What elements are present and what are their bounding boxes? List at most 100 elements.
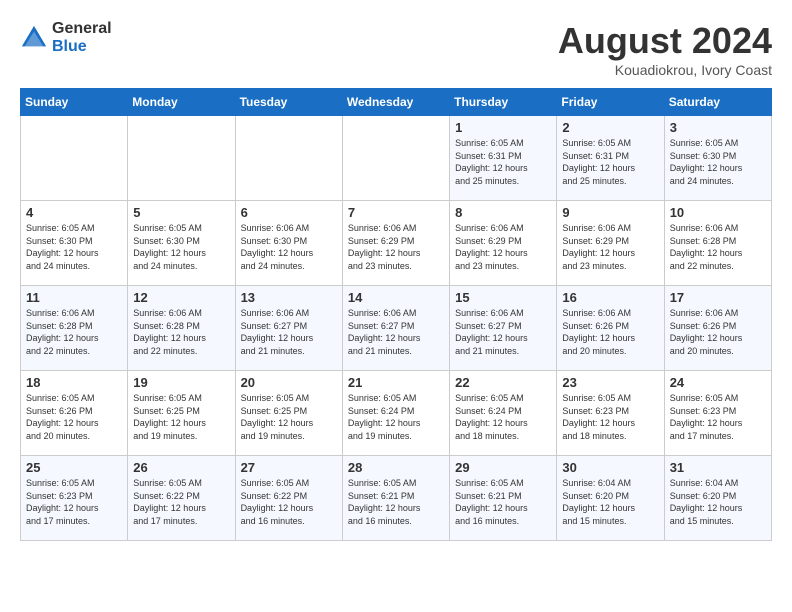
calendar-cell xyxy=(21,116,128,201)
day-info: Sunrise: 6:05 AM Sunset: 6:31 PM Dayligh… xyxy=(562,137,658,187)
weekday-header-sunday: Sunday xyxy=(21,89,128,116)
weekday-header-thursday: Thursday xyxy=(450,89,557,116)
day-number: 9 xyxy=(562,205,658,220)
day-info: Sunrise: 6:05 AM Sunset: 6:23 PM Dayligh… xyxy=(26,477,122,527)
calendar-table: SundayMondayTuesdayWednesdayThursdayFrid… xyxy=(20,88,772,541)
day-info: Sunrise: 6:06 AM Sunset: 6:27 PM Dayligh… xyxy=(241,307,337,357)
day-number: 14 xyxy=(348,290,444,305)
day-number: 20 xyxy=(241,375,337,390)
calendar-cell: 24 Sunrise: 6:05 AM Sunset: 6:23 PM Dayli… xyxy=(664,371,771,456)
weekday-header-saturday: Saturday xyxy=(664,89,771,116)
day-info: Sunrise: 6:05 AM Sunset: 6:30 PM Dayligh… xyxy=(133,222,229,272)
calendar-cell: 12 Sunrise: 6:06 AM Sunset: 6:28 PM Dayli… xyxy=(128,286,235,371)
day-info: Sunrise: 6:06 AM Sunset: 6:29 PM Dayligh… xyxy=(455,222,551,272)
day-info: Sunrise: 6:06 AM Sunset: 6:26 PM Dayligh… xyxy=(670,307,766,357)
day-info: Sunrise: 6:06 AM Sunset: 6:29 PM Dayligh… xyxy=(562,222,658,272)
day-info: Sunrise: 6:05 AM Sunset: 6:24 PM Dayligh… xyxy=(348,392,444,442)
page-header: General Blue August 2024 Kouadiokrou, Iv… xyxy=(20,20,772,78)
calendar-cell: 8 Sunrise: 6:06 AM Sunset: 6:29 PM Daylig… xyxy=(450,201,557,286)
calendar-cell: 30 Sunrise: 6:04 AM Sunset: 6:20 PM Dayli… xyxy=(557,456,664,541)
day-number: 7 xyxy=(348,205,444,220)
weekday-header-tuesday: Tuesday xyxy=(235,89,342,116)
logo-general-text: General xyxy=(52,20,112,38)
calendar-cell xyxy=(342,116,449,201)
calendar-cell: 27 Sunrise: 6:05 AM Sunset: 6:22 PM Dayli… xyxy=(235,456,342,541)
day-info: Sunrise: 6:05 AM Sunset: 6:25 PM Dayligh… xyxy=(133,392,229,442)
day-number: 3 xyxy=(670,120,766,135)
day-info: Sunrise: 6:06 AM Sunset: 6:28 PM Dayligh… xyxy=(670,222,766,272)
calendar-cell xyxy=(128,116,235,201)
day-number: 28 xyxy=(348,460,444,475)
calendar-cell: 15Sunrise: 6:06 AM Sunset: 6:27 PM Dayli… xyxy=(450,286,557,371)
calendar-cell: 22Sunrise: 6:05 AM Sunset: 6:24 PM Dayli… xyxy=(450,371,557,456)
logo-blue-text: Blue xyxy=(52,38,112,56)
calendar-cell: 9 Sunrise: 6:06 AM Sunset: 6:29 PM Daylig… xyxy=(557,201,664,286)
day-number: 13 xyxy=(241,290,337,305)
calendar-cell: 29Sunrise: 6:05 AM Sunset: 6:21 PM Dayli… xyxy=(450,456,557,541)
day-info: Sunrise: 6:05 AM Sunset: 6:21 PM Dayligh… xyxy=(348,477,444,527)
day-number: 23 xyxy=(562,375,658,390)
day-number: 1 xyxy=(455,120,551,135)
day-number: 21 xyxy=(348,375,444,390)
day-info: Sunrise: 6:05 AM Sunset: 6:25 PM Dayligh… xyxy=(241,392,337,442)
day-info: Sunrise: 6:06 AM Sunset: 6:28 PM Dayligh… xyxy=(26,307,122,357)
calendar-cell: 2Sunrise: 6:05 AM Sunset: 6:31 PM Daylig… xyxy=(557,116,664,201)
calendar-week-1: 1 Sunrise: 6:05 AM Sunset: 6:31 PM Daylig… xyxy=(21,116,772,201)
calendar-cell: 28 Sunrise: 6:05 AM Sunset: 6:21 PM Dayli… xyxy=(342,456,449,541)
day-info: Sunrise: 6:04 AM Sunset: 6:20 PM Dayligh… xyxy=(670,477,766,527)
calendar-week-2: 4Sunrise: 6:05 AM Sunset: 6:30 PM Daylig… xyxy=(21,201,772,286)
logo-text: General Blue xyxy=(52,20,112,55)
calendar-cell: 20 Sunrise: 6:05 AM Sunset: 6:25 PM Dayli… xyxy=(235,371,342,456)
day-info: Sunrise: 6:05 AM Sunset: 6:30 PM Dayligh… xyxy=(26,222,122,272)
day-info: Sunrise: 6:05 AM Sunset: 6:22 PM Dayligh… xyxy=(241,477,337,527)
day-number: 30 xyxy=(562,460,658,475)
day-info: Sunrise: 6:06 AM Sunset: 6:27 PM Dayligh… xyxy=(455,307,551,357)
location-subtitle: Kouadiokrou, Ivory Coast xyxy=(558,62,772,78)
day-info: Sunrise: 6:05 AM Sunset: 6:22 PM Dayligh… xyxy=(133,477,229,527)
calendar-cell xyxy=(235,116,342,201)
day-number: 26 xyxy=(133,460,229,475)
calendar-cell: 14 Sunrise: 6:06 AM Sunset: 6:27 PM Dayli… xyxy=(342,286,449,371)
calendar-cell: 5Sunrise: 6:05 AM Sunset: 6:30 PM Daylig… xyxy=(128,201,235,286)
calendar-cell: 11 Sunrise: 6:06 AM Sunset: 6:28 PM Dayli… xyxy=(21,286,128,371)
day-info: Sunrise: 6:05 AM Sunset: 6:23 PM Dayligh… xyxy=(562,392,658,442)
weekday-header-row: SundayMondayTuesdayWednesdayThursdayFrid… xyxy=(21,89,772,116)
month-title: August 2024 xyxy=(558,20,772,62)
calendar-cell: 21 Sunrise: 6:05 AM Sunset: 6:24 PM Dayli… xyxy=(342,371,449,456)
day-number: 19 xyxy=(133,375,229,390)
day-info: Sunrise: 6:06 AM Sunset: 6:27 PM Dayligh… xyxy=(348,307,444,357)
day-info: Sunrise: 6:05 AM Sunset: 6:21 PM Dayligh… xyxy=(455,477,551,527)
calendar-cell: 31Sunrise: 6:04 AM Sunset: 6:20 PM Dayli… xyxy=(664,456,771,541)
day-number: 10 xyxy=(670,205,766,220)
weekday-header-friday: Friday xyxy=(557,89,664,116)
title-block: August 2024 Kouadiokrou, Ivory Coast xyxy=(558,20,772,78)
day-number: 27 xyxy=(241,460,337,475)
calendar-header: SundayMondayTuesdayWednesdayThursdayFrid… xyxy=(21,89,772,116)
logo: General Blue xyxy=(20,20,112,55)
day-number: 25 xyxy=(26,460,122,475)
calendar-cell: 4Sunrise: 6:05 AM Sunset: 6:30 PM Daylig… xyxy=(21,201,128,286)
calendar-cell: 6Sunrise: 6:06 AM Sunset: 6:30 PM Daylig… xyxy=(235,201,342,286)
day-number: 8 xyxy=(455,205,551,220)
calendar-week-3: 11 Sunrise: 6:06 AM Sunset: 6:28 PM Dayli… xyxy=(21,286,772,371)
calendar-cell: 18Sunrise: 6:05 AM Sunset: 6:26 PM Dayli… xyxy=(21,371,128,456)
day-number: 6 xyxy=(241,205,337,220)
calendar-week-5: 25 Sunrise: 6:05 AM Sunset: 6:23 PM Dayli… xyxy=(21,456,772,541)
day-info: Sunrise: 6:06 AM Sunset: 6:28 PM Dayligh… xyxy=(133,307,229,357)
calendar-cell: 23 Sunrise: 6:05 AM Sunset: 6:23 PM Dayli… xyxy=(557,371,664,456)
calendar-cell: 25 Sunrise: 6:05 AM Sunset: 6:23 PM Dayli… xyxy=(21,456,128,541)
calendar-cell: 7 Sunrise: 6:06 AM Sunset: 6:29 PM Daylig… xyxy=(342,201,449,286)
day-info: Sunrise: 6:05 AM Sunset: 6:23 PM Dayligh… xyxy=(670,392,766,442)
day-number: 24 xyxy=(670,375,766,390)
day-number: 18 xyxy=(26,375,122,390)
day-number: 12 xyxy=(133,290,229,305)
day-info: Sunrise: 6:06 AM Sunset: 6:29 PM Dayligh… xyxy=(348,222,444,272)
day-info: Sunrise: 6:04 AM Sunset: 6:20 PM Dayligh… xyxy=(562,477,658,527)
calendar-body: 1 Sunrise: 6:05 AM Sunset: 6:31 PM Daylig… xyxy=(21,116,772,541)
day-number: 11 xyxy=(26,290,122,305)
calendar-week-4: 18Sunrise: 6:05 AM Sunset: 6:26 PM Dayli… xyxy=(21,371,772,456)
day-info: Sunrise: 6:05 AM Sunset: 6:31 PM Dayligh… xyxy=(455,137,551,187)
day-info: Sunrise: 6:06 AM Sunset: 6:26 PM Dayligh… xyxy=(562,307,658,357)
calendar-cell: 17Sunrise: 6:06 AM Sunset: 6:26 PM Dayli… xyxy=(664,286,771,371)
day-number: 22 xyxy=(455,375,551,390)
